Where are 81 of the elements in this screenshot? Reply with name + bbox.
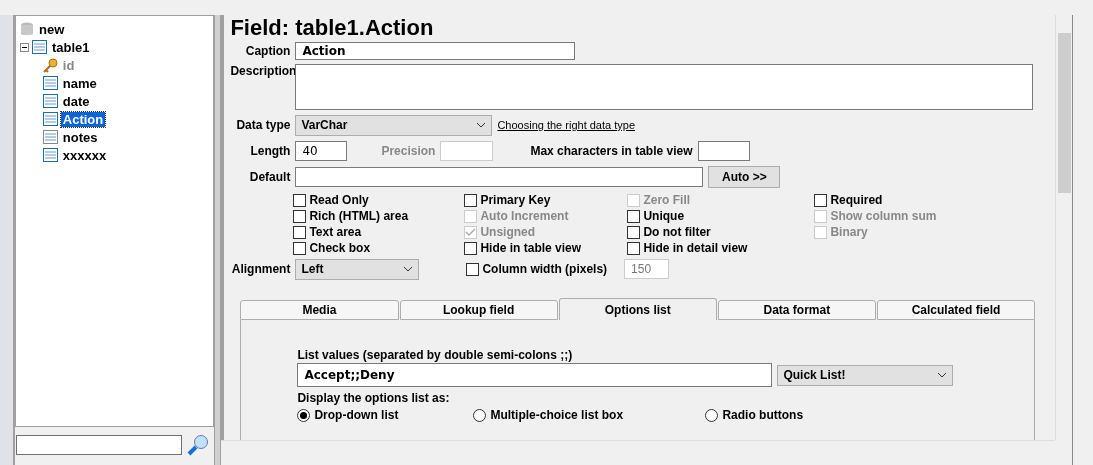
alignment-select[interactable]: Left <box>295 258 420 280</box>
tree-item[interactable]: table1 <box>49 39 92 55</box>
checkbox-label: Unique <box>643 209 685 223</box>
checkbox-label: Required <box>830 193 883 207</box>
display-as-label: Display the options list as: <box>297 391 451 405</box>
checkbox-label: Unsigned <box>480 225 536 239</box>
tree-item[interactable]: xxxxxx <box>60 147 109 163</box>
caption-field[interactable]: Action <box>295 42 576 60</box>
checkbox-label: Hide in detail view <box>643 241 748 255</box>
default-label: Default <box>248 170 291 184</box>
default-field[interactable] <box>295 167 704 187</box>
length-label: Length <box>249 144 291 158</box>
checkbox-label: Do not filter <box>643 225 711 239</box>
chevron-down-icon <box>476 122 487 128</box>
radio-label: Multiple-choice list box <box>490 408 624 422</box>
table-icon <box>42 94 58 108</box>
tab[interactable]: Lookup field <box>399 300 558 320</box>
checkbox[interactable] <box>627 241 641 255</box>
table-icon <box>31 40 47 54</box>
checkbox[interactable] <box>293 193 307 207</box>
search-icon[interactable] <box>185 433 210 457</box>
list-values-field[interactable]: Accept;;Deny <box>297 363 773 387</box>
checkbox-label: Hide in table view <box>480 241 582 255</box>
tree-item[interactable]: notes <box>60 129 100 145</box>
tab[interactable]: Media <box>240 300 399 320</box>
key-icon <box>42 57 58 73</box>
radio-button[interactable] <box>297 408 311 422</box>
max-characters-label: Max characters in table view <box>530 144 693 158</box>
checkbox-label: Rich (HTML) area <box>309 209 409 223</box>
collapse-icon[interactable] <box>19 42 29 52</box>
data-type-select[interactable]: VarChar <box>295 114 493 136</box>
checkbox[interactable] <box>814 193 828 207</box>
checkbox[interactable] <box>293 225 307 239</box>
checkbox-label: Text area <box>309 225 362 239</box>
checkbox[interactable] <box>464 193 478 207</box>
tree-item[interactable]: date <box>60 93 92 109</box>
checkbox[interactable] <box>627 209 641 223</box>
radio-label: Drop-down list <box>314 408 399 422</box>
radio-label: Radio buttons <box>722 408 804 422</box>
chevron-down-icon <box>937 372 948 378</box>
field-title: Field: table1.Action <box>230 15 435 42</box>
caption-label: Caption <box>244 44 291 58</box>
checkbox[interactable] <box>293 209 307 223</box>
checkbox-label: Check box <box>309 241 371 255</box>
radio-dot-icon <box>300 411 308 419</box>
description-field[interactable] <box>295 64 1034 110</box>
table-icon <box>42 112 58 126</box>
checkbox-label: Show column sum <box>830 209 937 223</box>
checkbox-label: Binary <box>830 225 868 239</box>
checkbox-label: Read Only <box>309 193 369 207</box>
tree-item[interactable]: new <box>36 21 67 37</box>
checkbox-label: Column width (pixels) <box>482 262 608 276</box>
auto-button[interactable]: Auto >> <box>708 166 781 188</box>
max-characters-field[interactable] <box>697 141 750 161</box>
tree-item[interactable]: id <box>60 57 77 73</box>
list-values-label: List values (separated by double semi-colons ;;) <box>297 348 574 362</box>
checkbox[interactable] <box>627 225 641 239</box>
chevron-down-icon <box>403 266 414 272</box>
search-field[interactable] <box>15 435 182 455</box>
tab[interactable]: Data format <box>717 300 876 320</box>
quick-list-select[interactable]: Quick List! <box>777 364 954 386</box>
help-link[interactable]: Choosing the right data type <box>497 119 635 131</box>
checkbox[interactable] <box>464 241 478 255</box>
radio-button[interactable] <box>705 408 719 422</box>
database-icon <box>19 21 34 37</box>
length-field[interactable]: 40 <box>295 141 348 161</box>
tab[interactable]: Calculated field <box>876 300 1036 320</box>
table-icon <box>42 130 58 144</box>
tree-item[interactable]: Action <box>60 111 106 127</box>
table-icon <box>42 148 58 162</box>
table-icon <box>42 76 58 90</box>
data-type-label: Data type <box>235 118 291 132</box>
alignment-label: Alignment <box>230 262 291 276</box>
checkbox[interactable] <box>293 241 307 255</box>
radio-button[interactable] <box>473 408 487 422</box>
checkbox-label: Zero Fill <box>643 193 691 207</box>
tree-item[interactable]: name <box>60 75 99 91</box>
tab[interactable]: Options list <box>558 298 717 320</box>
checkbox-label: Auto Increment <box>480 209 569 223</box>
precision-label: Precision <box>381 144 436 158</box>
checkbox-label: Primary Key <box>480 193 551 207</box>
